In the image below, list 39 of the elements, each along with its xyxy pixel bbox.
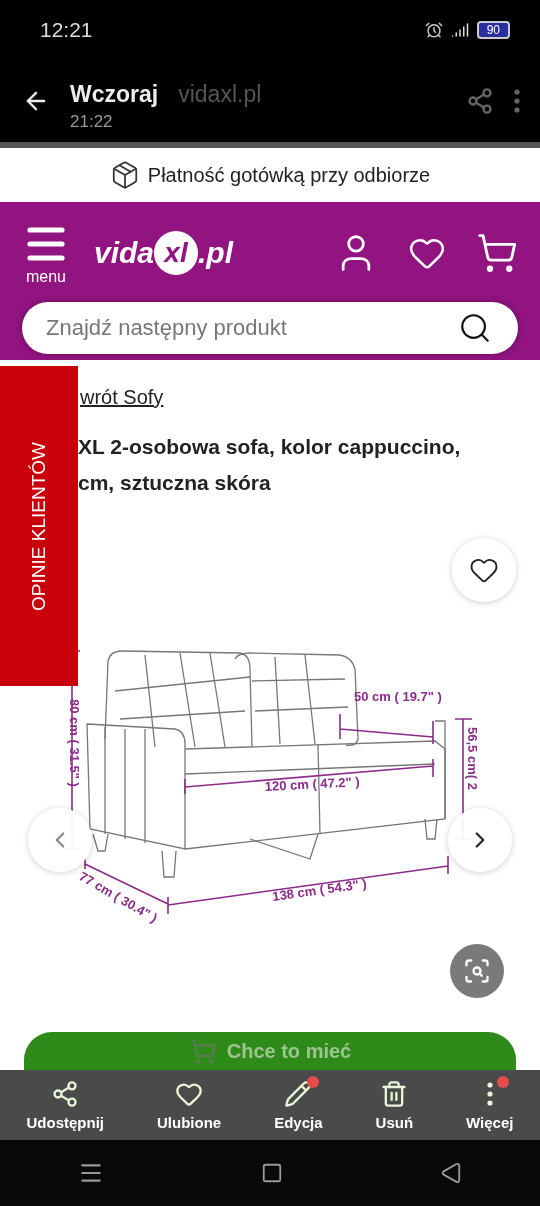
lens-button[interactable] <box>450 944 504 998</box>
product-title: XL 2-osobowa sofa, kolor cappuccino, cm, sztuczna skóra <box>78 434 462 496</box>
toolbar-button[interactable]: Więcej <box>466 1079 514 1131</box>
signal-icon <box>450 21 469 39</box>
breadcrumb-link[interactable]: wrót Sofy <box>80 386 164 409</box>
wishlist-button[interactable] <box>452 538 516 602</box>
menu-button[interactable]: menu <box>22 220 70 286</box>
toolbar-button[interactable]: Ulubione <box>157 1079 222 1131</box>
alarm-icon <box>424 21 443 39</box>
dimension-label: 77 cm ( 30.4" ) <box>76 868 161 926</box>
home-icon[interactable] <box>261 1162 283 1184</box>
cart-icon <box>188 1037 217 1065</box>
previous-button[interactable] <box>28 808 92 872</box>
viewer-subtitle: 21:22 <box>70 111 114 132</box>
lens-icon <box>463 957 491 985</box>
dimension-label: 50 cm ( 19.7" ) <box>354 689 442 704</box>
dimension-label: 80 cm ( 31.5" ) <box>67 699 82 787</box>
cart-icon[interactable] <box>476 232 518 274</box>
more-icon[interactable] <box>514 89 520 113</box>
battery-icon: 90 <box>476 21 510 39</box>
search-field[interactable]: Znajdź następny produkt <box>22 302 518 354</box>
promo-text: Płatność gotówką przy odbiorze <box>147 163 431 187</box>
more-icon <box>486 1081 493 1106</box>
dimension-label: 120 cm ( 47.2" ) <box>264 774 361 794</box>
status-time: 12:21 <box>40 18 93 42</box>
share-icon[interactable] <box>466 87 494 115</box>
share-icon <box>51 1079 80 1108</box>
viewer-title: Wczoraj <box>70 80 159 108</box>
reviews-tab[interactable]: OPINIE KLIENTÓW <box>0 366 78 686</box>
pencil-icon <box>284 1079 313 1108</box>
back-nav-icon[interactable] <box>439 1162 462 1184</box>
toolbar-button[interactable]: Usuń <box>375 1079 414 1131</box>
search-icon[interactable] <box>458 311 492 345</box>
site-logo[interactable]: vida xl .pl <box>94 231 310 275</box>
toolbar-button[interactable]: Edycja <box>274 1079 323 1131</box>
dimension-label: 56,5 cm( 2 <box>465 727 480 790</box>
dimension-label: 138 cm ( 54.3" ) <box>271 875 368 904</box>
page-address: vidaxl.pl <box>178 80 263 108</box>
toolbar-button[interactable]: Udostępnij <box>26 1079 104 1131</box>
